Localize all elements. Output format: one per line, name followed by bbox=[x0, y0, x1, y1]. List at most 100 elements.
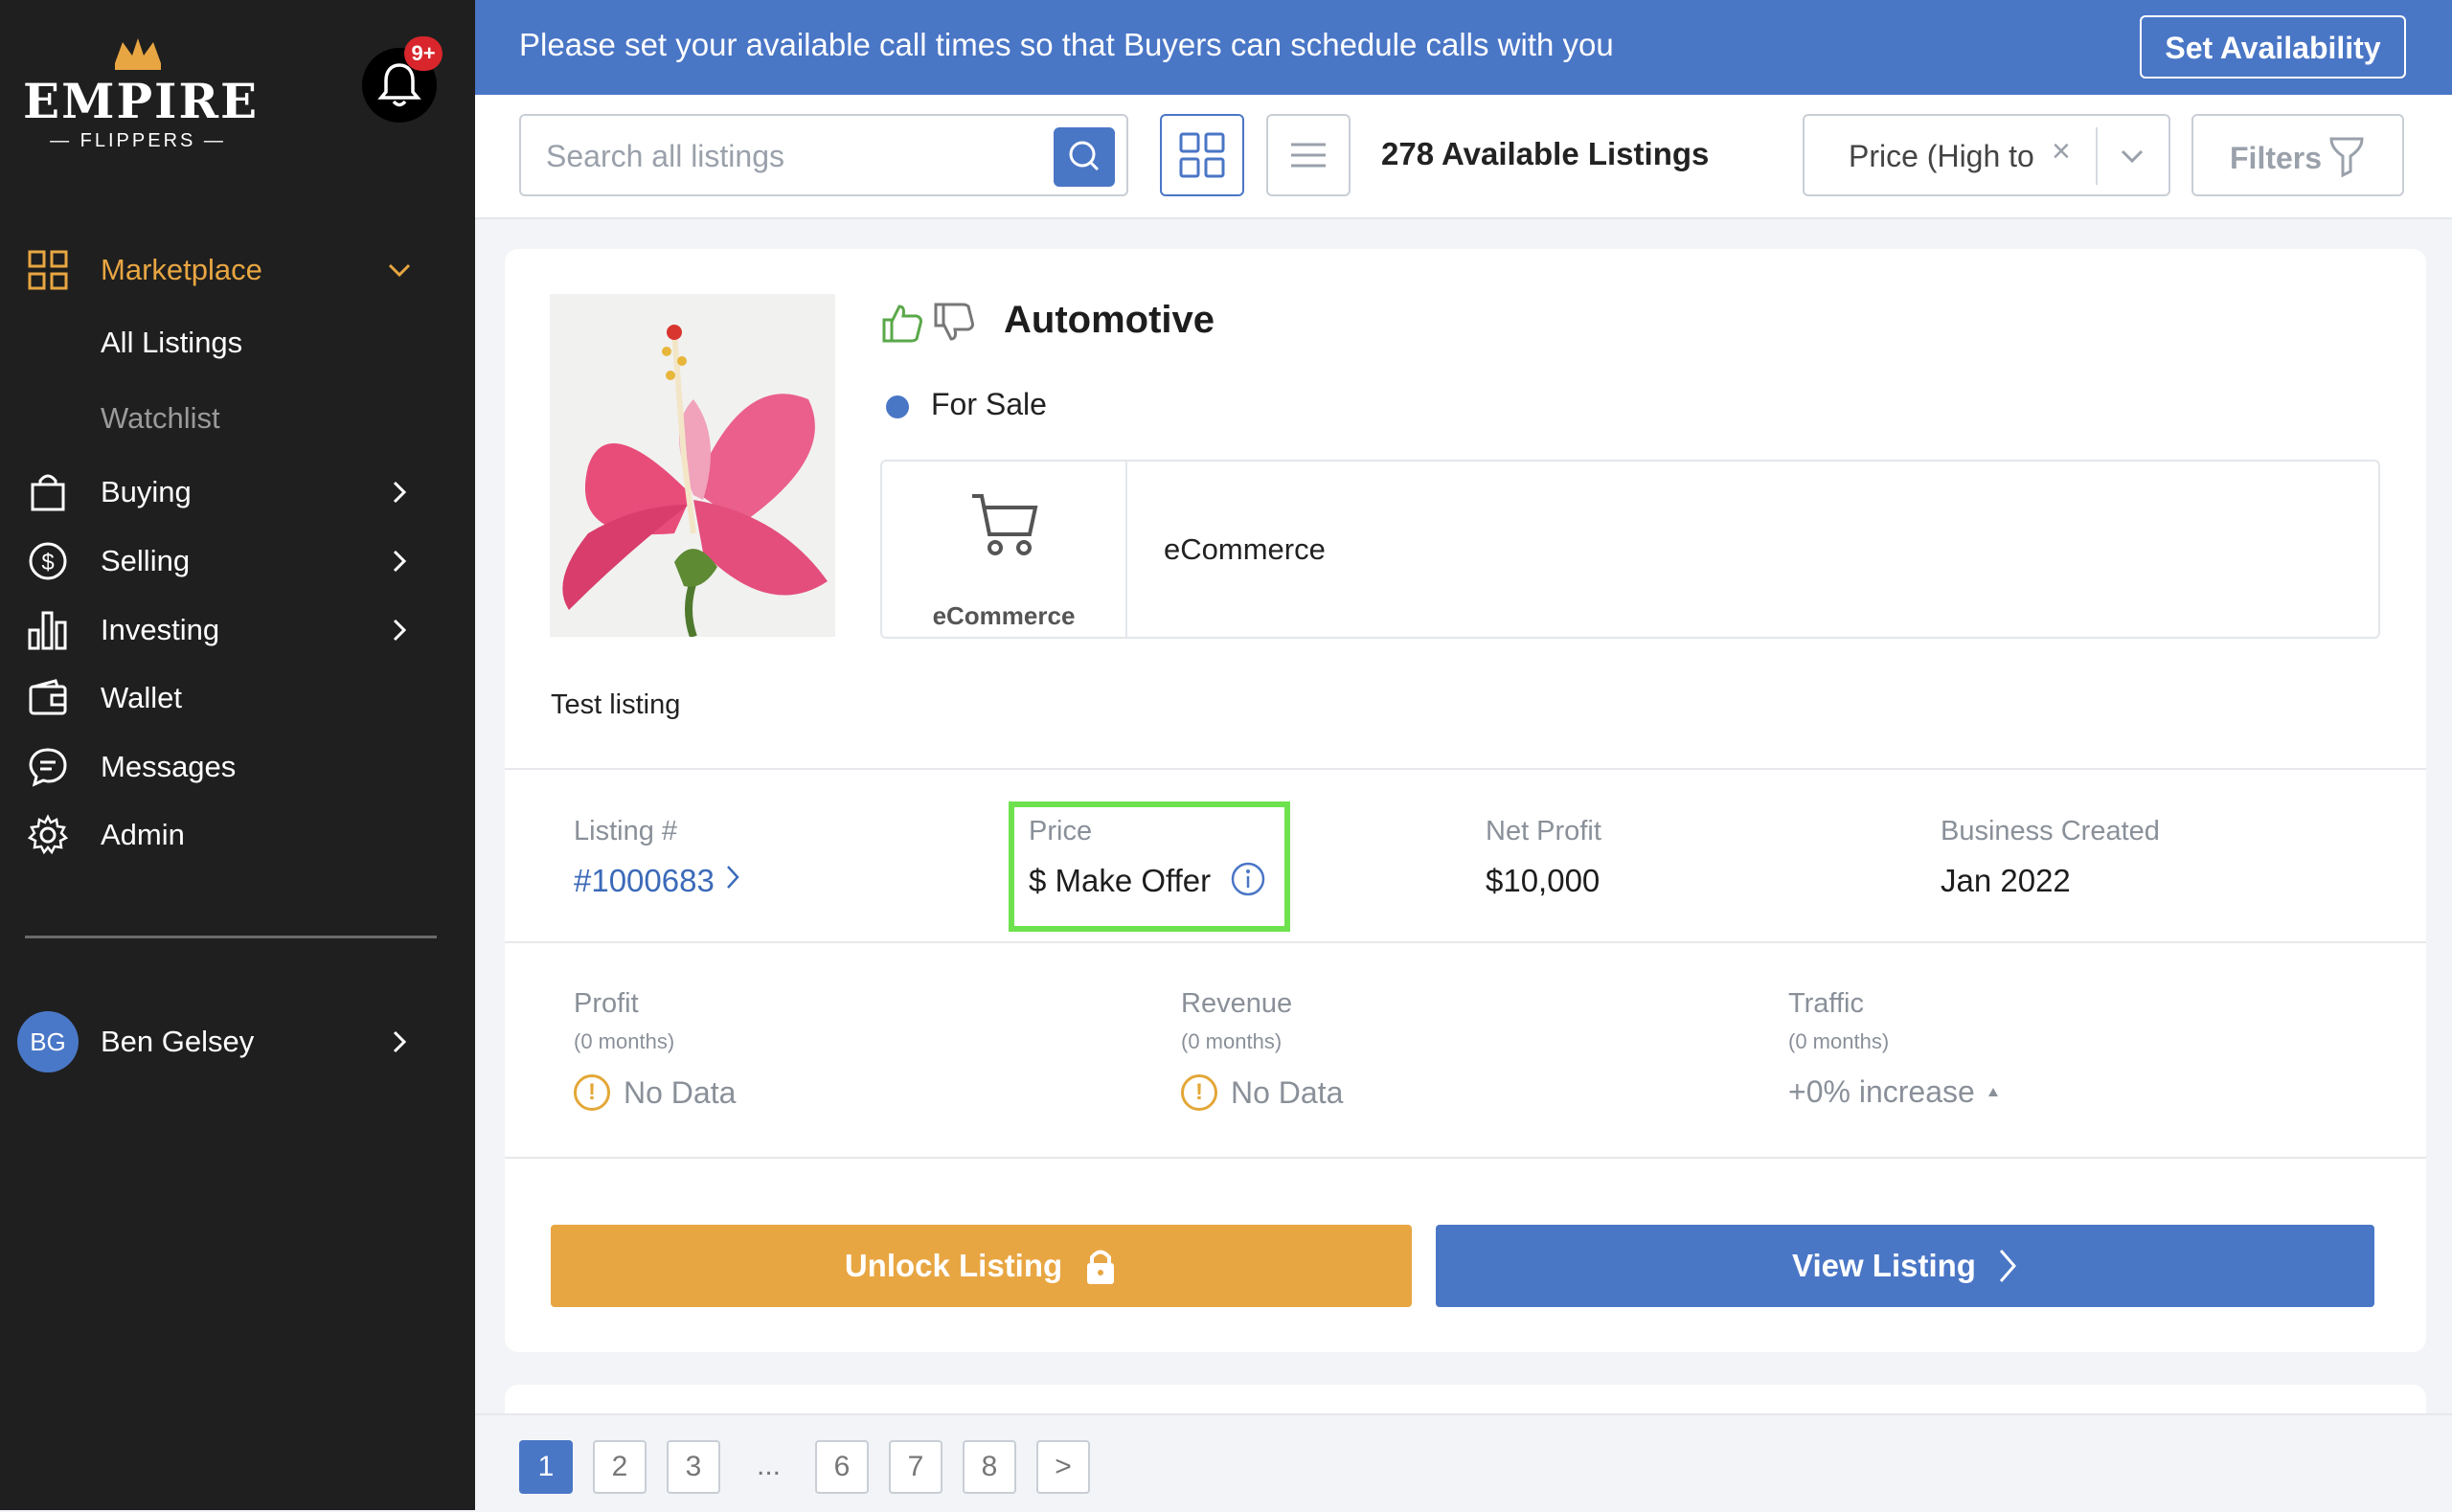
listing-description: Test listing bbox=[551, 689, 681, 720]
sidebar-item-buying[interactable]: Buying bbox=[0, 462, 475, 523]
chat-icon bbox=[27, 746, 69, 788]
bar-chart-icon bbox=[27, 609, 69, 651]
monetization-icon-label: eCommerce bbox=[932, 601, 1076, 630]
page-1-button[interactable]: 1 bbox=[519, 1440, 573, 1494]
available-listings-count: 278 Available Listings bbox=[1381, 136, 1710, 171]
sidebar-item-label: Selling bbox=[101, 544, 191, 577]
chevron-right-icon bbox=[727, 866, 739, 889]
listing-number-label: Listing # bbox=[574, 816, 678, 846]
user-menu[interactable]: Ben Gelsey bbox=[0, 1011, 475, 1072]
chevron-right-icon bbox=[393, 550, 407, 573]
svg-text:$: $ bbox=[41, 550, 54, 575]
grid-view-icon bbox=[1179, 132, 1225, 178]
triangle-up-icon bbox=[1987, 1087, 1998, 1096]
unlock-listing-label: Unlock Listing bbox=[844, 1248, 1063, 1283]
divider bbox=[505, 768, 2426, 770]
sort-select[interactable]: Price (High to × bbox=[1803, 114, 2170, 196]
listings-toolbar: 278 Available Listings Price (High to × … bbox=[475, 95, 2452, 219]
profit-label: Profit bbox=[574, 988, 639, 1019]
listing-niche: Automotive bbox=[1004, 299, 1215, 341]
filters-button[interactable]: Filters bbox=[2191, 114, 2404, 196]
thumbs-down-icon[interactable] bbox=[932, 301, 976, 345]
profit-value: ! No Data bbox=[574, 1074, 736, 1111]
view-listing-label: View Listing bbox=[1792, 1248, 1976, 1283]
set-availability-button[interactable]: Set Availability bbox=[2140, 15, 2406, 79]
business-created-label: Business Created bbox=[1941, 816, 2160, 846]
user-name: Ben Gelsey bbox=[101, 1025, 255, 1058]
search-icon bbox=[1069, 141, 1100, 171]
divider bbox=[505, 941, 2426, 943]
shopping-bag-icon bbox=[27, 471, 69, 513]
sidebar-item-messages[interactable]: Messages bbox=[0, 736, 475, 798]
notification-badge: 9+ bbox=[404, 36, 443, 71]
gear-icon bbox=[27, 814, 69, 856]
sidebar-item-wallet[interactable]: Wallet bbox=[0, 667, 475, 729]
sidebar-item-label: Admin bbox=[101, 818, 185, 851]
chevron-right-icon bbox=[393, 481, 407, 504]
logo-subtitle: — FLIPPERS — bbox=[50, 130, 226, 151]
sidebar-item-investing[interactable]: Investing bbox=[0, 599, 475, 661]
traffic-value: +0% increase bbox=[1788, 1074, 2000, 1110]
traffic-increase: +0% increase bbox=[1788, 1074, 1975, 1109]
listing-thumbnail[interactable] bbox=[550, 294, 835, 637]
page-8-button[interactable]: 8 bbox=[963, 1440, 1016, 1494]
page-3-button[interactable]: 3 bbox=[667, 1440, 720, 1494]
revenue-no-data: No Data bbox=[1231, 1074, 1344, 1110]
search-button[interactable] bbox=[1054, 127, 1115, 187]
net-profit-value: $10,000 bbox=[1486, 863, 1601, 898]
search-box bbox=[519, 114, 1128, 196]
warning-icon: ! bbox=[1181, 1074, 1217, 1111]
hibiscus-flower-image bbox=[550, 294, 835, 637]
net-profit-label: Net Profit bbox=[1486, 816, 1601, 846]
logo-wordmark: EMPIRE bbox=[23, 73, 260, 129]
profit-period: (0 months) bbox=[574, 1029, 675, 1053]
list-view-button[interactable] bbox=[1266, 114, 1351, 196]
chevron-down-icon[interactable] bbox=[2117, 141, 2147, 171]
sidebar-item-label: Buying bbox=[101, 475, 192, 508]
status-dot bbox=[886, 395, 909, 418]
sort-value: Price (High to bbox=[1849, 139, 2034, 173]
monetization-text: eCommerce bbox=[1164, 532, 1326, 566]
chevron-down-icon[interactable] bbox=[385, 256, 414, 284]
sidebar-subitem-all-listings[interactable]: All Listings bbox=[101, 326, 242, 360]
listing-card: Automotive For Sale eCommerce eCommerce … bbox=[505, 249, 2426, 1352]
sidebar-item-selling[interactable]: $ Selling bbox=[0, 530, 475, 592]
listing-number-link[interactable]: #1000683 bbox=[574, 863, 742, 899]
traffic-label: Traffic bbox=[1788, 988, 1864, 1019]
divider bbox=[505, 1157, 2426, 1159]
shopping-cart-icon bbox=[972, 494, 1038, 555]
revenue-period: (0 months) bbox=[1181, 1029, 1283, 1053]
lock-icon bbox=[1087, 1250, 1115, 1284]
chevron-right-icon bbox=[393, 1030, 407, 1053]
pagination-ellipsis: ... bbox=[757, 1450, 782, 1481]
grid-view-button[interactable] bbox=[1160, 114, 1244, 196]
price-highlight-box bbox=[1009, 801, 1290, 932]
warning-icon: ! bbox=[574, 1074, 610, 1111]
list-view-icon bbox=[1291, 143, 1326, 168]
page-7-button[interactable]: 7 bbox=[889, 1440, 942, 1494]
monetization-icon-cell: eCommerce bbox=[882, 462, 1127, 637]
empire-flippers-logo[interactable]: EMPIRE — FLIPPERS — bbox=[23, 34, 260, 159]
sidebar-subitem-watchlist[interactable]: Watchlist bbox=[101, 401, 220, 436]
profit-no-data: No Data bbox=[624, 1074, 737, 1110]
clear-sort-icon[interactable]: × bbox=[2052, 133, 2071, 170]
wallet-icon bbox=[27, 677, 69, 719]
sidebar: EMPIRE — FLIPPERS — 9+ Marketplace All L… bbox=[0, 0, 475, 1510]
page-6-button[interactable]: 6 bbox=[815, 1440, 869, 1494]
unlock-listing-button[interactable]: Unlock Listing bbox=[551, 1225, 1412, 1307]
revenue-label: Revenue bbox=[1181, 988, 1293, 1019]
chevron-right-icon bbox=[1999, 1250, 2016, 1282]
grid-icon bbox=[27, 249, 69, 291]
funnel-icon bbox=[2329, 137, 2364, 177]
sidebar-item-label: Investing bbox=[101, 613, 220, 646]
thumbs-up-icon[interactable] bbox=[880, 301, 924, 345]
pagination: 1 2 3 ... 6 7 8 > bbox=[475, 1413, 2452, 1512]
sidebar-item-admin[interactable]: Admin bbox=[0, 804, 475, 866]
page-2-button[interactable]: 2 bbox=[593, 1440, 647, 1494]
listing-number: #1000683 bbox=[574, 863, 715, 898]
view-listing-button[interactable]: View Listing bbox=[1436, 1225, 2374, 1307]
next-page-button[interactable]: > bbox=[1036, 1440, 1090, 1494]
sidebar-item-marketplace[interactable]: Marketplace bbox=[0, 239, 475, 301]
business-created-value: Jan 2022 bbox=[1941, 863, 2071, 898]
search-input[interactable] bbox=[544, 135, 1008, 177]
